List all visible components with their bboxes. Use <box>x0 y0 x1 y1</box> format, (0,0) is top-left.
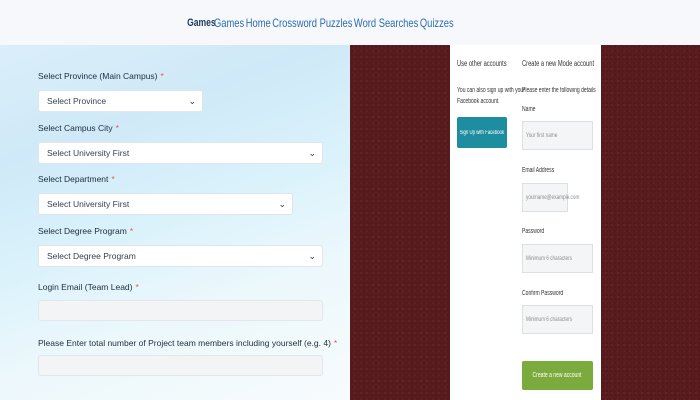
members-label: Please Enter total number of Project tea… <box>38 338 338 348</box>
create-account-button[interactable]: Create a new account <box>522 361 593 390</box>
other-accounts-desc-line1: You can also sign up with your <box>457 87 525 94</box>
facebook-signup-button[interactable]: Sign Up with Facebook <box>457 117 507 148</box>
background-texture-right <box>601 45 700 400</box>
campus-city-select[interactable]: Select University First ⌄ <box>38 142 323 164</box>
top-navigation: Games Games Home Crossword Puzzles Word … <box>0 0 700 45</box>
required-mark: * <box>111 174 115 184</box>
chevron-down-icon: ⌄ <box>308 148 316 158</box>
email-address-label: Email Address <box>522 167 555 174</box>
create-account-desc: Please enter the following details <box>522 87 596 94</box>
email-input[interactable] <box>38 300 323 321</box>
province-label: Select Province (Main Campus) * <box>38 71 164 81</box>
degree-select[interactable]: Select Degree Program ⌄ <box>38 245 323 267</box>
campus-city-label: Select Campus City * <box>38 123 119 133</box>
province-select[interactable]: Select Province ⌄ <box>38 90 203 112</box>
required-mark: * <box>115 123 119 133</box>
name-input[interactable]: Your first name <box>522 121 593 150</box>
required-mark: * <box>135 282 139 292</box>
other-accounts-title: Use other accounts <box>457 59 507 68</box>
brand-label: Games <box>186 16 216 29</box>
chevron-down-icon: ⌄ <box>278 199 286 209</box>
required-mark: * <box>160 71 164 81</box>
nav-link-games[interactable]: Games <box>214 16 244 30</box>
required-mark: * <box>129 226 134 236</box>
nav-link-word-searches[interactable]: Word Searches <box>354 16 418 30</box>
nav-links: Games Home Crossword Puzzles Word Search… <box>214 16 454 30</box>
nav-link-quizzes[interactable]: Quizzes <box>420 16 454 30</box>
nav-link-crossword-puzzles[interactable]: Crossword Puzzles <box>272 16 352 30</box>
confirm-password-label: Confirm Password <box>522 290 564 297</box>
confirm-password-input[interactable]: Minimum 6 characters <box>522 305 593 334</box>
department-select[interactable]: Select University First ⌄ <box>38 193 293 215</box>
background-texture-left <box>350 45 450 400</box>
create-account-title: Create a new Mode account <box>522 59 595 68</box>
required-mark: * <box>333 338 338 348</box>
chevron-down-icon: ⌄ <box>308 251 316 261</box>
nav-link-home[interactable]: Home <box>246 16 271 30</box>
name-label: Name <box>522 106 536 113</box>
other-accounts-desc-line2: Facebook account. <box>457 98 500 105</box>
email-address-input[interactable]: yourname@example.com <box>522 183 579 212</box>
password-label: Password <box>522 228 545 235</box>
password-input[interactable]: Minimum 6 characters <box>522 244 593 273</box>
members-input[interactable] <box>38 355 323 376</box>
degree-label: Select Degree Program * <box>38 226 134 236</box>
department-label: Select Department * <box>38 174 115 184</box>
chevron-down-icon: ⌄ <box>188 96 196 106</box>
email-label: Login Email (Team Lead) * <box>38 282 139 292</box>
